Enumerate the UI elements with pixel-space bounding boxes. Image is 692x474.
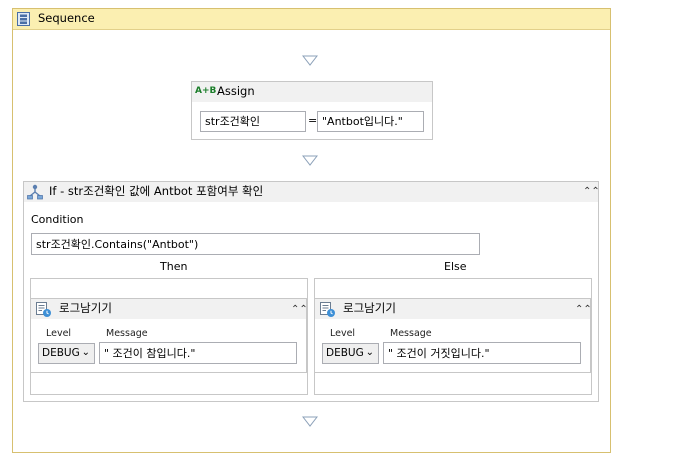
else-log-title: 로그남기기 [343,301,396,315]
else-message-input[interactable]: " 조건이 거짓입니다." [383,342,581,364]
assign-icon: A+B [195,86,217,96]
then-label: Then [160,260,188,273]
collapse-icon[interactable]: ⌃⌃ [291,304,308,316]
collapse-icon[interactable]: ⌃⌃ [575,304,592,316]
sequence-header[interactable] [13,9,610,30]
else-level-value: DEBUG [326,347,364,359]
then-message-label: Message [106,328,148,339]
assign-equals-sign: = [308,114,318,127]
condition-input[interactable]: str조건확인.Contains("Antbot") [31,233,480,255]
sequence-title: Sequence [38,11,95,25]
then-level-select[interactable]: DEBUG ⌄ [38,343,95,364]
assign-value-field[interactable]: "Antbot입니다." [317,111,424,132]
else-label: Else [444,260,467,273]
then-log-title: 로그남기기 [59,301,112,315]
drop-arrow-middle-icon[interactable] [302,155,318,166]
collapse-icon[interactable]: ⌃⌃ [583,186,600,198]
assign-to-field[interactable]: str조건확인 [200,111,306,132]
then-level-label: Level [46,328,72,339]
if-title: If - str조건확인 값에 Antbot 포함여부 확인 [49,184,264,198]
log-message-icon [320,302,335,317]
else-message-label: Message [390,328,432,339]
log-message-icon [36,302,51,317]
chevron-down-icon: ⌄ [365,347,374,358]
drop-arrow-top-icon[interactable] [302,55,318,66]
then-message-input[interactable]: " 조건이 참입니다." [99,342,297,364]
else-level-label: Level [330,328,356,339]
then-level-value: DEBUG [42,347,80,359]
assign-title: Assign [217,84,255,98]
drop-arrow-bottom-icon[interactable] [302,416,318,427]
if-branch-icon [27,184,43,200]
condition-label: Condition [31,213,84,226]
sequence-icon [17,12,30,26]
chevron-down-icon: ⌄ [81,347,90,358]
else-level-select[interactable]: DEBUG ⌄ [322,343,379,364]
